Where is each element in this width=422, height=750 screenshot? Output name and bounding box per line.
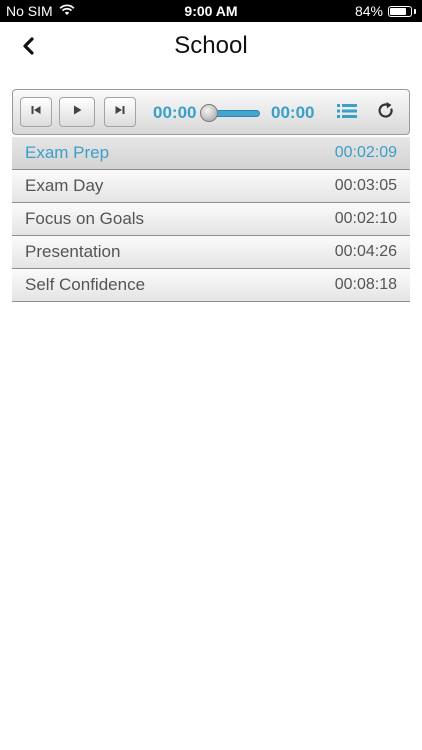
- track-title: Exam Prep: [25, 143, 110, 162]
- track-row[interactable]: Exam Day 00:03:05: [12, 170, 410, 203]
- audio-player: 00:00 00:00: [12, 89, 410, 135]
- previous-button[interactable]: [20, 97, 52, 127]
- status-right: 84%: [355, 3, 416, 19]
- track-duration: 00:02:10: [334, 210, 397, 227]
- track-list: Exam Prep 00:02:09 Exam Day 00:03:05 Foc…: [12, 137, 410, 302]
- battery-tip: [414, 8, 416, 14]
- track-title: Exam Day: [25, 176, 104, 195]
- track-title: Focus on Goals: [25, 209, 145, 228]
- seek-handle[interactable]: [200, 104, 218, 122]
- status-bar: No SIM 9:00 AM 84%: [0, 0, 422, 22]
- next-button[interactable]: [104, 97, 136, 127]
- track-row[interactable]: Exam Prep 00:02:09: [12, 137, 410, 170]
- track-duration: 00:03:05: [334, 177, 397, 194]
- track-row[interactable]: Self Confidence 00:08:18: [12, 269, 410, 302]
- track-row[interactable]: Focus on Goals 00:02:10: [12, 203, 410, 236]
- play-icon: [71, 103, 83, 121]
- repeat-icon: [376, 101, 396, 126]
- page-title: School: [174, 32, 248, 59]
- track-duration: 00:08:18: [334, 276, 397, 293]
- track-title: Presentation: [25, 242, 121, 261]
- skip-next-icon: [114, 103, 126, 121]
- current-time: 00:00: [153, 103, 197, 122]
- battery-icon: [388, 5, 412, 17]
- track-duration: 00:04:26: [334, 243, 397, 260]
- track-row[interactable]: Presentation 00:04:26: [12, 236, 410, 269]
- repeat-button[interactable]: [374, 101, 398, 125]
- play-button[interactable]: [59, 97, 95, 127]
- skip-previous-icon: [30, 103, 42, 121]
- battery-fill: [390, 7, 406, 15]
- playlist-button[interactable]: [335, 101, 359, 125]
- nav-bar: School: [0, 22, 422, 74]
- track-duration: 00:02:09: [334, 144, 397, 161]
- battery-percent: 84%: [354, 3, 383, 19]
- total-time: 00:00: [271, 103, 315, 122]
- playlist-icon: [336, 102, 358, 125]
- track-title: Self Confidence: [25, 275, 146, 294]
